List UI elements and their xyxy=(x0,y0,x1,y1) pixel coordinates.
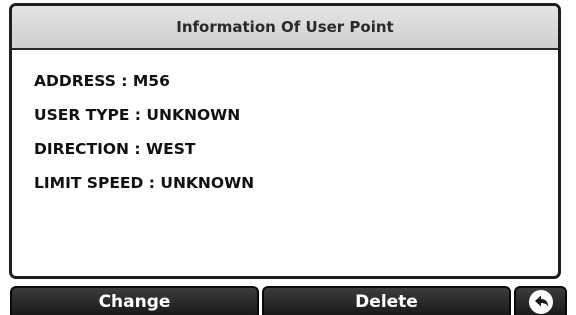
user-type-line: USER TYPE : UNKNOWN xyxy=(34,106,241,124)
button-bar: Change Delete xyxy=(0,284,576,315)
back-button[interactable] xyxy=(514,286,567,315)
delete-button-label: Delete xyxy=(355,291,418,312)
change-button-label: Change xyxy=(98,291,171,312)
panel-title: Information Of User Point xyxy=(12,6,558,50)
address-line: ADDRESS : M56 xyxy=(34,72,170,90)
user-point-screen: Information Of User Point ADDRESS : M56 … xyxy=(0,0,576,315)
back-arrow-icon xyxy=(528,289,553,314)
limit-speed-line: LIMIT SPEED : UNKNOWN xyxy=(34,174,255,192)
direction-line: DIRECTION : WEST xyxy=(34,140,196,158)
info-list: ADDRESS : M56 USER TYPE : UNKNOWN DIRECT… xyxy=(12,50,558,200)
change-button[interactable]: Change xyxy=(10,286,259,315)
info-panel: Information Of User Point ADDRESS : M56 … xyxy=(9,3,561,279)
delete-button[interactable]: Delete xyxy=(262,286,511,315)
